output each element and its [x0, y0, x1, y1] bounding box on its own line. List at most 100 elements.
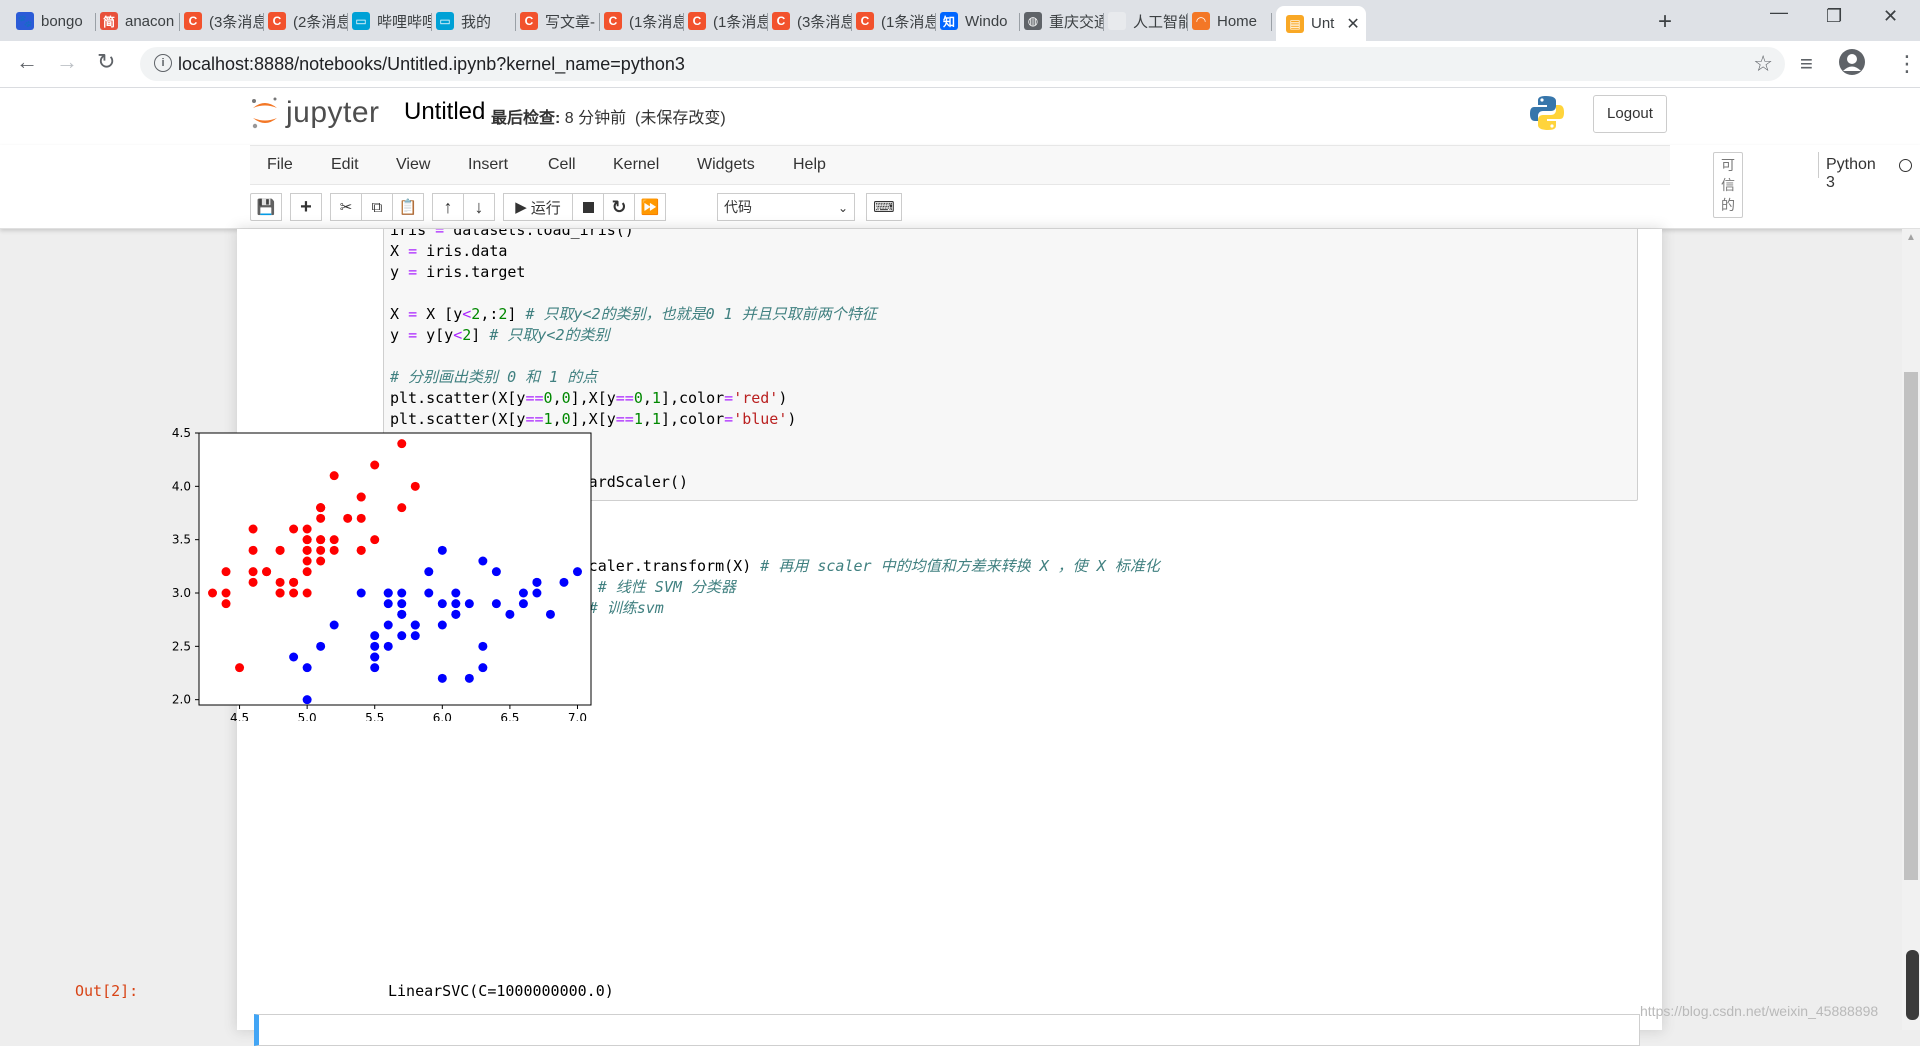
scrollbar-thumb[interactable] — [1904, 372, 1918, 880]
code-line[interactable]: iris = datasets.load_iris() — [390, 229, 634, 239]
code-line[interactable]: plt.scatter(X[y==0,0],X[y==0,1],color='r… — [390, 389, 787, 407]
browser-tab[interactable]: ▭ 哔哩哔哩 — [352, 6, 432, 36]
menu-edit[interactable]: Edit — [331, 156, 359, 174]
browser-tab[interactable]: 人工智能 — [1108, 6, 1188, 36]
logo-text: jupyter — [286, 96, 380, 129]
data-point — [464, 599, 474, 609]
reload-icon[interactable]: ↻ — [97, 49, 115, 75]
data-point — [370, 641, 380, 651]
run-button[interactable]: ▶ 运行 — [503, 193, 573, 221]
browser-tab[interactable]: 🐾 bongo — [16, 6, 96, 36]
data-point — [424, 567, 434, 577]
menu-view[interactable]: View — [396, 156, 430, 174]
browser-tab[interactable]: 简 anacon — [100, 6, 180, 36]
maximize-icon[interactable]: ❐ — [1826, 6, 1842, 27]
notebook-name[interactable]: Untitled — [404, 98, 485, 126]
browser-tab[interactable]: C (1条消息 — [688, 6, 768, 36]
code-line[interactable]: X = X [y<2,:2] # 只取y<2的类别，也就是0 1 并且只取前两个… — [390, 305, 877, 323]
data-point — [208, 588, 218, 598]
media-queue-icon[interactable]: ≡ — [1800, 51, 1813, 77]
data-point — [383, 641, 393, 651]
trusted-badge[interactable]: 可信的 — [1713, 152, 1743, 218]
menu-widgets[interactable]: Widgets — [697, 156, 755, 174]
close-tab-icon[interactable]: ✕ — [1346, 14, 1359, 34]
restart-run-all-button[interactable]: ⏩ — [634, 193, 666, 221]
back-icon[interactable]: ← — [16, 49, 38, 75]
jupyter-logo[interactable]: jupyter — [250, 93, 380, 133]
code-line[interactable]: X = iris.data — [390, 242, 507, 260]
site-info-icon[interactable]: i — [154, 54, 172, 72]
close-window-icon[interactable]: ✕ — [1883, 6, 1898, 27]
menu-kernel[interactable]: Kernel — [613, 156, 659, 174]
browser-tab[interactable]: C (1条消息 — [856, 6, 936, 36]
browser-tab[interactable]: C (1条消息 — [604, 6, 684, 36]
y-tick-label: 3.5 — [172, 533, 191, 547]
browser-tab[interactable]: ▭ 我的 — [436, 6, 516, 36]
insert-cell-button[interactable]: + — [290, 193, 322, 221]
save-button[interactable]: 💾 — [250, 193, 282, 221]
browser-tab[interactable]: C (3条消息 — [184, 6, 264, 36]
checkpoint-status: 最后检查: 8 分钟前 (未保存改变) — [491, 104, 726, 128]
data-point — [437, 545, 447, 555]
bookmark-star-icon[interactable]: ☆ — [1753, 51, 1773, 77]
code-line[interactable]: y = y[y<2] # 只取y<2的类别 — [390, 326, 610, 344]
move-up-button[interactable]: ↑ — [432, 193, 464, 221]
save-icon: 💾 — [256, 199, 276, 216]
volume-meter — [1906, 950, 1919, 1020]
data-point — [545, 609, 555, 619]
data-point — [302, 545, 312, 555]
minimize-icon[interactable]: — — [1770, 2, 1788, 23]
data-point — [289, 577, 299, 587]
data-point — [275, 545, 285, 555]
browser-tab[interactable]: C 写文章- — [520, 6, 600, 36]
autosave-status: (未保存改变) — [635, 110, 726, 127]
logout-button[interactable]: Logout — [1593, 95, 1667, 133]
tab-separator — [1103, 13, 1104, 31]
x-tick-label: 4.5 — [230, 711, 249, 721]
code-line[interactable]: # 分别画出类别 0 和 1 的点 — [390, 368, 597, 386]
kernel-divider — [1818, 152, 1819, 178]
menu-insert[interactable]: Insert — [468, 156, 508, 174]
watermark-text: https://blog.csdn.net/weixin_45888898 — [1640, 1003, 1879, 1019]
jupyter-logo-icon — [252, 97, 277, 129]
move-down-button[interactable]: ↓ — [463, 193, 495, 221]
menu-cell[interactable]: Cell — [548, 156, 576, 174]
next-code-cell[interactable] — [254, 1014, 1640, 1046]
browser-tab[interactable]: ◍ 重庆交通 — [1024, 6, 1104, 36]
avatar[interactable] — [1838, 48, 1866, 82]
menu-file[interactable]: File — [267, 156, 293, 174]
browser-tab[interactable]: 知 Windo — [940, 6, 1020, 36]
menu-help[interactable]: Help — [793, 156, 826, 174]
data-point — [410, 481, 420, 491]
chevron-down-icon: ⌄ — [837, 201, 848, 215]
jupyter-icon: ◠ — [1192, 12, 1210, 30]
browser-tab[interactable]: ◠ Home — [1192, 6, 1272, 36]
tab-separator — [347, 13, 348, 31]
copy-icon: ⧉ — [371, 198, 383, 216]
browser-tab-active[interactable]: ▤ Unt ✕ — [1276, 6, 1366, 41]
copy-button[interactable]: ⧉ — [361, 193, 393, 221]
scatter-plot-output: 4.5 5.0 5.5 6.0 6.5 7.0 2.0 2.5 3.0 3.5 4.0 4.5 — [146, 421, 626, 726]
tab-separator — [599, 13, 600, 31]
restart-button[interactable]: ↻ — [603, 193, 635, 221]
forward-icon[interactable]: → — [56, 49, 78, 75]
data-point — [235, 663, 245, 673]
paste-button[interactable]: 📋 — [392, 193, 424, 221]
browser-menu-icon[interactable]: ⋮ — [1896, 51, 1918, 77]
browser-tab[interactable]: C (3条消息 — [772, 6, 852, 36]
browser-tab[interactable]: C (2条消息 — [268, 6, 348, 36]
new-tab-button[interactable]: + — [1658, 8, 1672, 36]
url-text[interactable]: localhost:8888/notebooks/Untitled.ipynb?… — [178, 54, 685, 75]
command-palette-button[interactable]: ⌨ — [866, 193, 902, 221]
code-line[interactable]: y = iris.target — [390, 263, 525, 281]
address-bar[interactable]: i localhost:8888/notebooks/Untitled.ipyn… — [140, 47, 1785, 81]
scroll-up-icon[interactable]: ▲ — [1906, 232, 1916, 243]
browser-tab-label: bongo — [41, 12, 83, 30]
interrupt-button[interactable] — [572, 193, 604, 221]
tab-separator — [515, 13, 516, 31]
cell-type-select[interactable]: 代码 ⌄ — [717, 193, 855, 221]
data-point — [316, 503, 326, 513]
data-point — [302, 695, 312, 705]
y-tick-label: 2.5 — [172, 639, 191, 653]
cut-button[interactable]: ✂ — [330, 193, 362, 221]
